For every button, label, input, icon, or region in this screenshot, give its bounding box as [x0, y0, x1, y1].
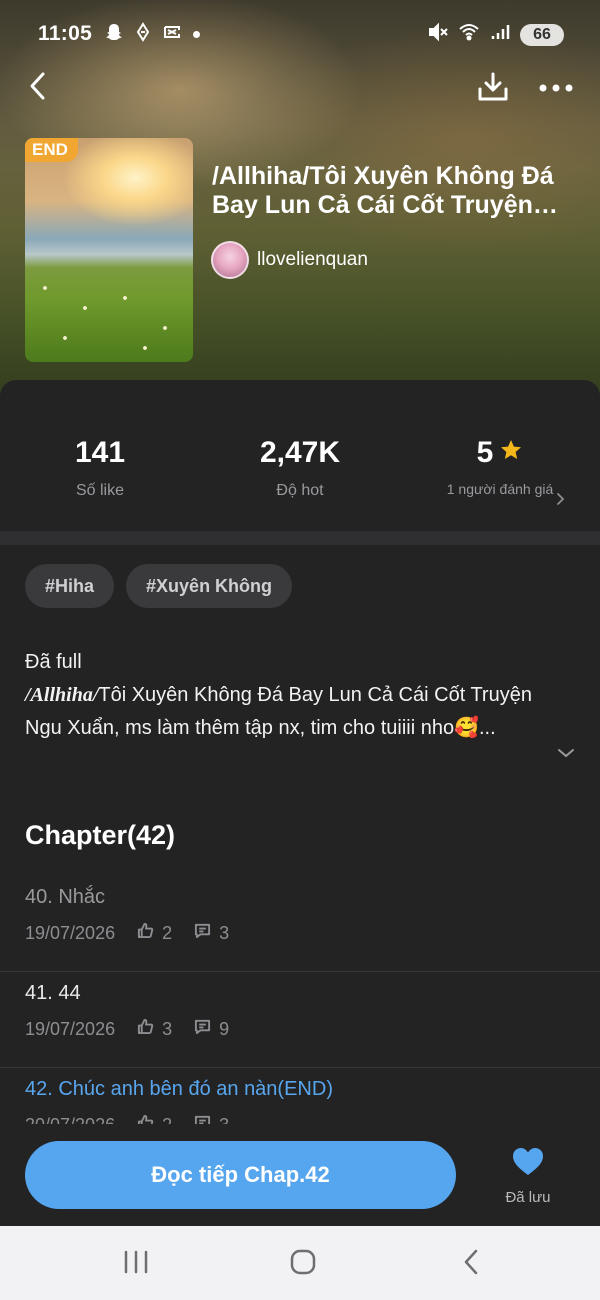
saved-button[interactable]: Đã lưu: [488, 1146, 568, 1206]
comment-icon: [194, 922, 211, 944]
chevron-left-icon: [461, 1248, 481, 1281]
continue-reading-button[interactable]: Đọc tiếp Chap.42: [25, 1141, 456, 1209]
chapter-comments: 3: [219, 922, 230, 943]
top-toolbar: [0, 64, 600, 112]
back-button[interactable]: [20, 70, 56, 106]
download-button[interactable]: [474, 70, 512, 108]
chapter-item[interactable]: 41. 44 19/07/2026 3 9: [0, 972, 600, 1068]
recent-apps-icon: [122, 1250, 150, 1279]
status-time: 11:05: [38, 22, 93, 45]
stat-hot: 2,47K Độ hot: [200, 436, 400, 500]
comment-icon: [194, 1018, 211, 1040]
chapter-list: 40. Nhắc 19/07/2026 2 3 41. 44 19/07/202…: [0, 876, 600, 1164]
chapter-meta: 19/07/2026 2 3: [25, 922, 229, 944]
rating-value: 5: [476, 436, 494, 469]
thumbs-up-icon: [137, 1018, 154, 1040]
description-status: Đã full: [25, 651, 82, 673]
saved-label: Đã lưu: [505, 1189, 551, 1206]
chevron-down-icon: [556, 746, 576, 763]
home-icon: [289, 1248, 317, 1281]
bottom-action-bar: Đọc tiếp Chap.42 Đã lưu: [0, 1124, 600, 1226]
likes-value: 141: [74, 436, 126, 469]
author-link[interactable]: llovelienquan: [211, 241, 368, 279]
chapter-item[interactable]: 40. Nhắc 19/07/2026 2 3: [0, 876, 600, 972]
status-left-icons: [104, 22, 200, 47]
thumbs-up-icon: [137, 922, 154, 944]
chapter-title: 40. Nhắc: [25, 886, 106, 908]
chevron-right-icon: [556, 492, 566, 511]
system-nav-bar: [0, 1226, 600, 1300]
description-italic-prefix: /Allhiha/: [25, 684, 99, 706]
notification-dot: [193, 31, 200, 38]
status-right-icons: 66: [427, 21, 564, 48]
star-icon: [499, 436, 523, 470]
chapter-comments: 9: [219, 1018, 230, 1039]
story-description[interactable]: Đã full /Allhiha/Tôi Xuyên Không Đá Bay …: [25, 646, 540, 745]
home-button[interactable]: [283, 1248, 323, 1280]
section-divider: [0, 531, 600, 545]
stat-likes: 141 Số like: [0, 436, 200, 500]
snapchat-icon: [104, 22, 124, 47]
chapter-date: 19/07/2026: [25, 1018, 116, 1039]
tag-xuyen-khong[interactable]: #Xuyên Không: [126, 564, 293, 608]
mute-icon: [427, 21, 449, 48]
chevron-left-icon: [27, 71, 49, 106]
author-name: llovelienquan: [257, 249, 368, 270]
stat-rating[interactable]: 5 1 người đánh giá: [400, 436, 600, 499]
capcut-icon: [162, 22, 182, 47]
more-button[interactable]: [536, 70, 576, 108]
rating-value-row: 5: [400, 436, 600, 470]
chapter-likes: 3: [162, 1018, 173, 1039]
tag-list: #Hiha #Xuyên Không: [25, 564, 293, 608]
app-icon: [133, 22, 153, 47]
expand-description-button[interactable]: [556, 746, 576, 764]
system-back-button[interactable]: [451, 1248, 491, 1280]
story-cover[interactable]: END: [25, 138, 193, 362]
hot-label: Độ hot: [276, 482, 324, 499]
chapter-title: 41. 44: [25, 982, 81, 1004]
status-bar: 11:05 66: [0, 0, 600, 64]
likes-label: Số like: [75, 482, 125, 499]
signal-icon: [489, 21, 511, 48]
more-icon: [538, 80, 574, 98]
rating-label: 1 người đánh giá: [446, 481, 554, 497]
chapter-heading: Chapter(42): [25, 820, 176, 850]
chapter-date: 19/07/2026: [25, 922, 116, 943]
wifi-icon: [458, 21, 480, 48]
heart-icon: [511, 1148, 545, 1182]
hot-value: 2,47K: [259, 436, 341, 469]
download-icon: [476, 71, 510, 108]
tag-hiha[interactable]: #Hiha: [25, 564, 115, 608]
chapter-likes: 2: [162, 922, 173, 943]
recent-apps-button[interactable]: [116, 1248, 156, 1280]
chapter-meta: 19/07/2026 3 9: [25, 1018, 229, 1040]
stats-row: 141 Số like 2,47K Độ hot 5 1 người đánh …: [0, 380, 600, 530]
end-badge: END: [25, 138, 78, 162]
story-details: 141 Số like 2,47K Độ hot 5 1 người đánh …: [0, 380, 600, 1226]
description-text: Tôi Xuyên Không Đá Bay Lun Cả Cái Cốt Tr…: [25, 684, 532, 739]
chapter-title: 42. Chúc anh bên đó an nàn(END): [25, 1078, 333, 1100]
battery-indicator: 66: [520, 23, 564, 46]
description-body: /Allhiha/Tôi Xuyên Không Đá Bay Lun Cả C…: [25, 679, 540, 745]
story-title: /Allhiha/Tôi Xuyên Không Đá Bay Lun Cả C…: [212, 162, 554, 219]
avatar: [211, 241, 249, 279]
